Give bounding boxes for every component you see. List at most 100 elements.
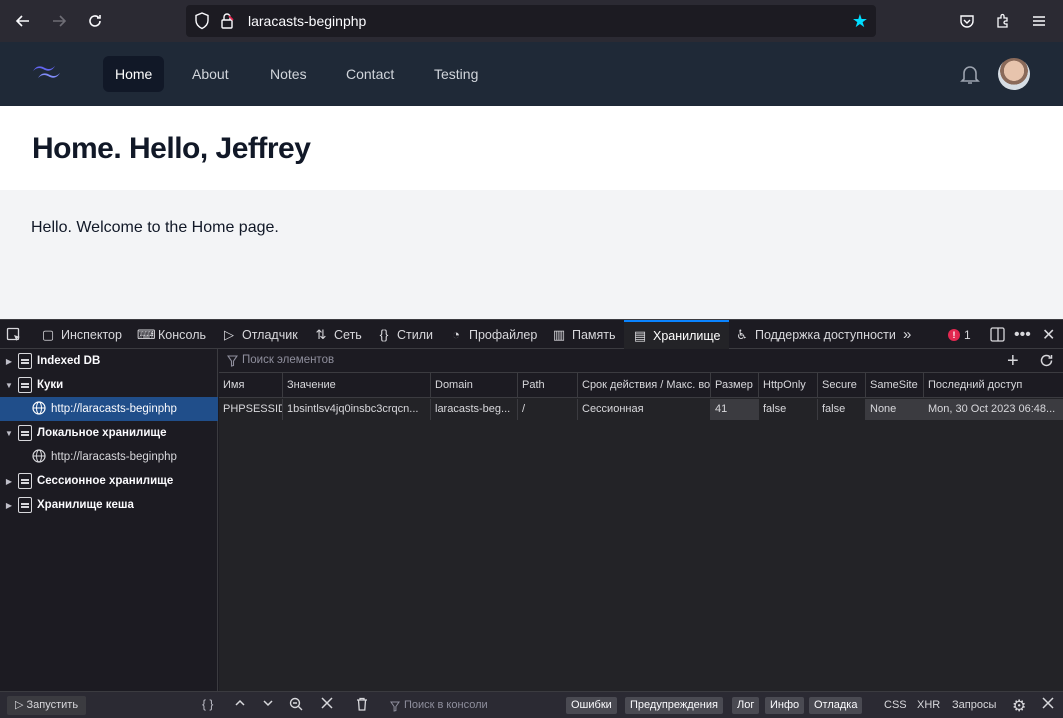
- tree-cookies-host[interactable]: http://laracasts-beginphp: [0, 397, 218, 421]
- tab-accessibility[interactable]: ♿ Поддержка доступности: [734, 320, 896, 349]
- close-icon[interactable]: [321, 697, 333, 712]
- gear-icon[interactable]: ⚙: [1012, 696, 1026, 716]
- level-debug[interactable]: Отладка: [809, 697, 863, 714]
- tab-label: Хранилище: [653, 328, 721, 343]
- cell-last-access[interactable]: Mon, 30 Oct 2023 06:48...: [924, 399, 1063, 420]
- trash-icon[interactable]: [356, 697, 368, 714]
- chevron-up-icon[interactable]: [234, 697, 246, 712]
- nav-about[interactable]: About: [180, 56, 241, 92]
- tree-cachestorage[interactable]: ▶ Хранилище кеша: [0, 493, 218, 517]
- element-picker-icon[interactable]: [6, 320, 22, 349]
- chevron-down-icon[interactable]: [262, 697, 274, 712]
- tree-cookies[interactable]: ▼ Куки: [0, 373, 218, 397]
- url-text[interactable]: laracasts-beginphp: [248, 13, 366, 29]
- more-options-icon[interactable]: •••: [1014, 320, 1031, 349]
- braces-icon[interactable]: { }: [202, 697, 213, 711]
- nav-testing[interactable]: Testing: [422, 56, 490, 92]
- cell-path[interactable]: /: [518, 399, 578, 420]
- lock-icon[interactable]: [220, 12, 234, 35]
- storage-icon: ▤: [633, 327, 647, 343]
- tab-debugger[interactable]: ▷ Отладчик: [221, 320, 298, 349]
- forward-icon[interactable]: [41, 3, 77, 39]
- bell-icon[interactable]: [958, 62, 982, 91]
- cell-value[interactable]: 1bsintlsv4jq0insbc3crqcn...: [283, 399, 431, 420]
- filter-bar: Поиск элементов +: [219, 349, 1063, 373]
- nav-contact[interactable]: Contact: [334, 56, 406, 92]
- filter-xhr[interactable]: XHR: [917, 699, 940, 711]
- tree-label: Локальное хранилище: [37, 427, 167, 439]
- accessibility-icon: ♿: [736, 326, 748, 342]
- cell-httponly[interactable]: false: [759, 399, 818, 420]
- cell-expires[interactable]: Сессионная: [578, 399, 711, 420]
- cell-name[interactable]: PHPSESSID: [219, 399, 283, 420]
- database-icon: [18, 473, 32, 489]
- cell-secure[interactable]: false: [818, 399, 866, 420]
- more-tabs-icon[interactable]: »: [903, 320, 911, 349]
- close-split-console-icon[interactable]: [1042, 697, 1054, 712]
- tab-storage[interactable]: ▤ Хранилище: [624, 320, 729, 349]
- avatar[interactable]: [998, 58, 1030, 90]
- col-httponly[interactable]: HttpOnly: [759, 373, 818, 398]
- tab-profiler[interactable]: ◔ Профайлер: [448, 320, 537, 349]
- col-secure[interactable]: Secure: [818, 373, 866, 398]
- cell-size[interactable]: 41: [711, 399, 759, 420]
- run-button[interactable]: ▷ Запустить: [7, 696, 87, 715]
- play-icon: ▷: [15, 699, 27, 711]
- extensions-icon[interactable]: [985, 3, 1021, 39]
- cell-domain[interactable]: laracasts-beg...: [431, 399, 518, 420]
- error-count: 1: [964, 327, 971, 342]
- nav-notes[interactable]: Notes: [258, 56, 319, 92]
- tree-localstorage[interactable]: ▼ Локальное хранилище: [0, 421, 218, 445]
- col-size[interactable]: Размер: [711, 373, 759, 398]
- expand-arrow-icon[interactable]: ▶: [2, 501, 16, 510]
- level-warnings[interactable]: Предупреждения: [625, 697, 723, 714]
- menu-icon[interactable]: [1021, 3, 1057, 39]
- dock-icon[interactable]: [990, 320, 1005, 349]
- filter-css[interactable]: CSS: [884, 699, 907, 711]
- tab-styles[interactable]: {} Стили: [376, 320, 433, 349]
- filter-requests[interactable]: Запросы: [952, 699, 996, 711]
- collapse-arrow-icon[interactable]: ▼: [2, 381, 16, 390]
- address-bar[interactable]: laracasts-beginphp ★: [186, 5, 876, 37]
- col-expires[interactable]: Срок действия / Макс. возраст: [578, 373, 711, 398]
- zoom-search-icon[interactable]: [289, 697, 303, 714]
- col-samesite[interactable]: SameSite: [866, 373, 924, 398]
- tab-network[interactable]: ⇅ Сеть: [313, 320, 362, 349]
- col-domain[interactable]: Domain: [431, 373, 518, 398]
- col-name[interactable]: Имя: [219, 373, 283, 398]
- console-filter-input[interactable]: Поиск в консоли: [404, 699, 488, 711]
- expand-arrow-icon[interactable]: ▶: [2, 477, 16, 486]
- bookmark-star-icon[interactable]: ★: [852, 11, 868, 32]
- refresh-icon[interactable]: [1039, 353, 1054, 373]
- expand-arrow-icon[interactable]: ▶: [2, 357, 16, 366]
- pocket-icon[interactable]: [949, 3, 985, 39]
- level-errors[interactable]: Ошибки: [566, 697, 617, 714]
- database-icon: [18, 353, 32, 369]
- level-info[interactable]: Инфо: [765, 697, 805, 714]
- shield-icon[interactable]: [194, 12, 210, 35]
- col-value[interactable]: Значение: [283, 373, 431, 398]
- back-icon[interactable]: [5, 3, 41, 39]
- database-icon: [18, 425, 32, 441]
- error-indicator[interactable]: ! 1: [948, 320, 971, 349]
- tailwind-logo-icon[interactable]: [30, 62, 64, 89]
- level-log[interactable]: Лог: [732, 697, 760, 714]
- tree-localstorage-host[interactable]: http://laracasts-beginphp: [0, 445, 218, 469]
- col-path[interactable]: Path: [518, 373, 578, 398]
- tab-console[interactable]: ⌨ Консоль: [137, 320, 206, 349]
- storage-sidebar: ▶ Indexed DB ▼ Куки http://laracasts-begin…: [0, 349, 218, 691]
- collapse-arrow-icon[interactable]: ▼: [2, 429, 16, 438]
- tree-indexeddb[interactable]: ▶ Indexed DB: [0, 349, 218, 373]
- tree-sessionstorage[interactable]: ▶ Сессионное хранилище: [0, 469, 218, 493]
- tab-memory[interactable]: ▥ Память: [551, 320, 616, 349]
- add-item-icon[interactable]: +: [1007, 349, 1019, 373]
- tree-label: Сессионное хранилище: [37, 475, 174, 487]
- nav-home[interactable]: Home: [103, 56, 165, 92]
- tab-inspector[interactable]: ▢ Инспектор: [40, 320, 122, 349]
- cell-samesite[interactable]: None: [866, 399, 924, 420]
- storage-panel: Поиск элементов + Имя Значение Domain Pa…: [219, 349, 1063, 691]
- col-last-access[interactable]: Последний доступ: [924, 373, 1063, 398]
- filter-input[interactable]: Поиск элементов: [242, 354, 334, 366]
- close-devtools-icon[interactable]: ✕: [1042, 320, 1055, 349]
- reload-icon[interactable]: [77, 3, 113, 39]
